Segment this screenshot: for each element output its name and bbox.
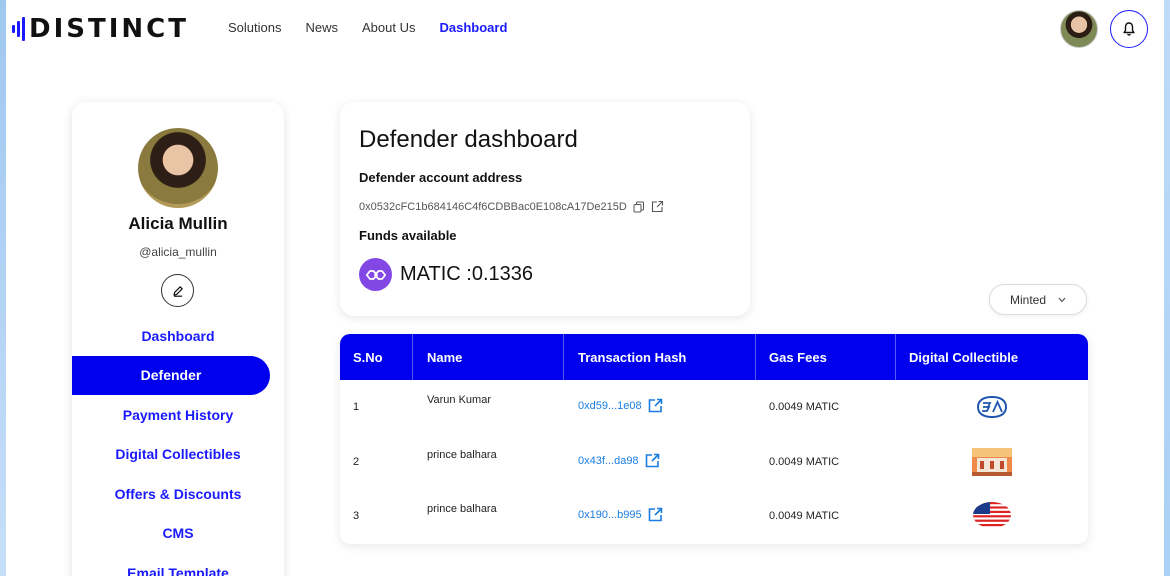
building-photo-icon[interactable] bbox=[972, 448, 1012, 476]
page-title: Defender dashboard bbox=[359, 126, 578, 153]
sidebar-item-defender[interactable]: Defender bbox=[72, 355, 270, 395]
account-address: 0x0532cFC1b684146C4f6CDBBac0E108cA17De21… bbox=[359, 200, 627, 213]
transaction-hash-link[interactable]: 0xd59...1e08 bbox=[578, 398, 663, 413]
us-flag-icon[interactable] bbox=[972, 501, 1012, 529]
cell-gas-fee: 0.0049 MATIC bbox=[769, 401, 840, 413]
external-link-icon bbox=[648, 507, 662, 522]
sidebar-item-payment-history[interactable]: Payment History bbox=[72, 395, 284, 435]
logo[interactable]: DISTINCT bbox=[12, 14, 189, 44]
table-header: S.No Name Transaction Hash Gas Fees Digi… bbox=[340, 334, 1088, 380]
copy-icon[interactable] bbox=[633, 201, 645, 213]
header-avatar[interactable] bbox=[1060, 10, 1098, 48]
dropdown-selected-value: Minted bbox=[1009, 292, 1047, 307]
edit-profile-button[interactable] bbox=[161, 274, 194, 307]
transaction-hash-link[interactable]: 0x43f...da98 bbox=[578, 453, 660, 468]
cell-sno: 1 bbox=[353, 401, 360, 413]
funds-label: Funds available bbox=[359, 228, 457, 243]
col-header-sno: S.No bbox=[353, 349, 383, 365]
profile-handle: @alicia_mullin bbox=[139, 245, 217, 259]
notification-button[interactable] bbox=[1110, 10, 1148, 48]
profile-avatar bbox=[138, 128, 218, 208]
address-label: Defender account address bbox=[359, 170, 523, 185]
polygon-matic-icon bbox=[359, 258, 392, 291]
sidebar-item-dashboard[interactable]: Dashboard bbox=[72, 316, 284, 356]
sidebar-item-digital-collectibles[interactable]: Digital Collectibles bbox=[72, 435, 284, 475]
cell-sno: 3 bbox=[353, 510, 360, 522]
defender-summary-card: Defender dashboard Defender account addr… bbox=[340, 102, 750, 316]
table-row: 1 Varun Kumar 0xd59...1e08 0.0049 MATIC bbox=[340, 380, 1088, 434]
transaction-hash-link[interactable]: 0x190...b995 bbox=[578, 507, 663, 522]
cell-sno: 2 bbox=[353, 456, 360, 468]
cell-hash: 0xd59...1e08 bbox=[578, 399, 642, 412]
page: DISTINCT Solutions News About Us Dashboa… bbox=[6, 0, 1164, 576]
cell-hash: 0x43f...da98 bbox=[578, 454, 639, 467]
table-row: 2 prince balhara 0x43f...da98 0.0049 MAT… bbox=[340, 434, 1088, 488]
col-header-collectible: Digital Collectible bbox=[909, 349, 1019, 365]
cell-hash: 0x190...b995 bbox=[578, 508, 642, 521]
nav-dashboard[interactable]: Dashboard bbox=[439, 20, 507, 35]
col-divider bbox=[412, 334, 413, 380]
chevron-down-icon bbox=[1058, 297, 1066, 302]
col-header-gas: Gas Fees bbox=[769, 349, 827, 365]
col-header-name: Name bbox=[427, 349, 463, 365]
address-row: 0x0532cFC1b684146C4f6CDBBac0E108cA17De21… bbox=[359, 200, 664, 213]
cell-name: Varun Kumar bbox=[427, 394, 491, 406]
profile-name: Alicia Mullin bbox=[128, 214, 228, 233]
cell-name: prince balhara bbox=[427, 449, 497, 461]
sidebar: Alicia Mullin @alicia_mullin Dashboard D… bbox=[72, 102, 284, 576]
matic-balance: MATIC :0.1336 bbox=[400, 263, 534, 285]
sidebar-item-email-template[interactable]: Email Template bbox=[72, 553, 284, 576]
nav-news[interactable]: News bbox=[305, 20, 338, 35]
cell-name: prince balhara bbox=[427, 503, 497, 515]
top-nav: Solutions News About Us Dashboard bbox=[228, 20, 507, 35]
pencil-icon bbox=[172, 285, 183, 297]
nav-about-us[interactable]: About Us bbox=[362, 20, 415, 35]
col-divider bbox=[755, 334, 756, 380]
nav-solutions[interactable]: Solutions bbox=[228, 20, 281, 35]
sidebar-menu: Dashboard Defender Payment History Digit… bbox=[72, 316, 284, 576]
ba-logo-icon[interactable] bbox=[972, 393, 1012, 421]
table-row: 3 prince balhara 0x190...b995 0.0049 MAT… bbox=[340, 488, 1088, 542]
status-filter-dropdown[interactable]: Minted bbox=[989, 284, 1087, 315]
external-link-icon bbox=[648, 398, 662, 413]
cell-gas-fee: 0.0049 MATIC bbox=[769, 510, 840, 522]
sidebar-item-offers-discounts[interactable]: Offers & Discounts bbox=[72, 474, 284, 514]
cell-gas-fee: 0.0049 MATIC bbox=[769, 456, 840, 468]
balance-row: MATIC :0.1336 bbox=[359, 258, 533, 291]
sound-wave-icon bbox=[12, 17, 25, 41]
col-divider bbox=[895, 334, 896, 380]
transactions-table: S.No Name Transaction Hash Gas Fees Digi… bbox=[340, 334, 1088, 544]
external-link-icon bbox=[645, 453, 659, 468]
col-divider bbox=[563, 334, 564, 380]
logo-text: DISTINCT bbox=[29, 14, 189, 44]
sidebar-item-cms[interactable]: CMS bbox=[72, 514, 284, 554]
external-link-icon[interactable] bbox=[651, 200, 664, 213]
bell-icon bbox=[1123, 22, 1135, 36]
col-header-hash: Transaction Hash bbox=[578, 349, 687, 365]
